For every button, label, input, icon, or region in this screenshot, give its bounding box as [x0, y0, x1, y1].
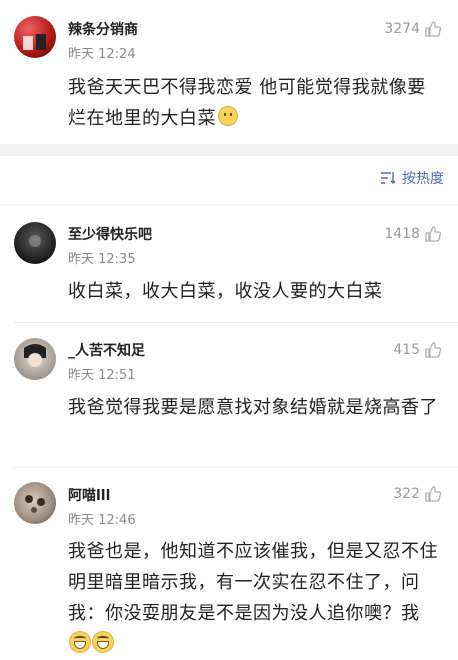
avatar-image-icon — [25, 495, 45, 513]
thumbs-up-icon — [425, 226, 442, 242]
comment-time: 昨天 12:51 — [68, 368, 136, 383]
avatar[interactable] — [14, 338, 56, 380]
sort-icon — [381, 172, 396, 184]
comment-body: 我爸也是，他知道不应该催我，但是又忍不住明里暗里暗示我，有一次实在忍不住了，问我… — [68, 541, 438, 624]
avatar-image-icon — [23, 34, 46, 50]
comment-body: 我爸天天巴不得我恋爱 他可能觉得我就像要烂在地里的大白菜 — [68, 77, 426, 129]
comment-time: 昨天 12:46 — [68, 513, 136, 528]
like-button[interactable]: 3274 — [384, 20, 442, 38]
comment-text: 我爸觉得我要是愿意找对象结婚就是烧高香了 — [68, 397, 438, 418]
avatar[interactable] — [14, 482, 56, 524]
divider — [14, 322, 458, 323]
divider — [14, 467, 458, 468]
comment-text: 收白菜，收大白菜，收没人要的大白菜 — [68, 281, 383, 302]
thumbs-up-icon — [425, 486, 442, 502]
smile-emoji-icon — [218, 106, 238, 126]
like-count: 1418 — [384, 226, 420, 242]
comment-text: 我爸天天巴不得我恋爱 他可能觉得我就像要烂在地里的大白菜 — [68, 72, 440, 134]
thumbs-up-icon — [425, 342, 442, 358]
grin-emoji-icon — [69, 631, 91, 653]
comment-author[interactable]: 辣条分销商 — [68, 19, 138, 39]
avatar[interactable] — [14, 222, 56, 264]
thumbs-up-icon — [425, 21, 442, 37]
sort-label: 按热度 — [402, 171, 444, 187]
avatar-image-icon — [24, 344, 46, 367]
comment-item: 辣条分销商 昨天 12:24 3274 我爸天天巴不得我恋爱 他可能觉得我就像要… — [0, 0, 458, 140]
like-count: 3274 — [384, 21, 420, 37]
comment-time: 昨天 12:35 — [68, 252, 136, 267]
section-separator — [0, 144, 458, 156]
like-button[interactable]: 1418 — [384, 225, 442, 243]
divider — [0, 204, 458, 205]
comment-text: 我爸也是，他知道不应该催我，但是又忍不住明里暗里暗示我，有一次实在忍不住了，问我… — [68, 536, 440, 660]
grin-emoji-icon — [92, 631, 114, 653]
sort-by-heat-button[interactable]: 按热度 — [380, 168, 444, 188]
comment-author[interactable]: _人苦不知足 — [68, 340, 145, 360]
comment-time: 昨天 12:24 — [68, 47, 136, 62]
like-button[interactable]: 322 — [393, 485, 442, 503]
comment-author[interactable]: 阿喵lll — [68, 485, 110, 505]
avatar[interactable] — [14, 16, 56, 58]
like-button[interactable]: 415 — [393, 341, 442, 359]
avatar-image-icon — [29, 235, 41, 247]
comment-author[interactable]: 至少得快乐吧 — [68, 224, 152, 244]
like-count: 322 — [393, 486, 420, 502]
like-count: 415 — [393, 342, 420, 358]
